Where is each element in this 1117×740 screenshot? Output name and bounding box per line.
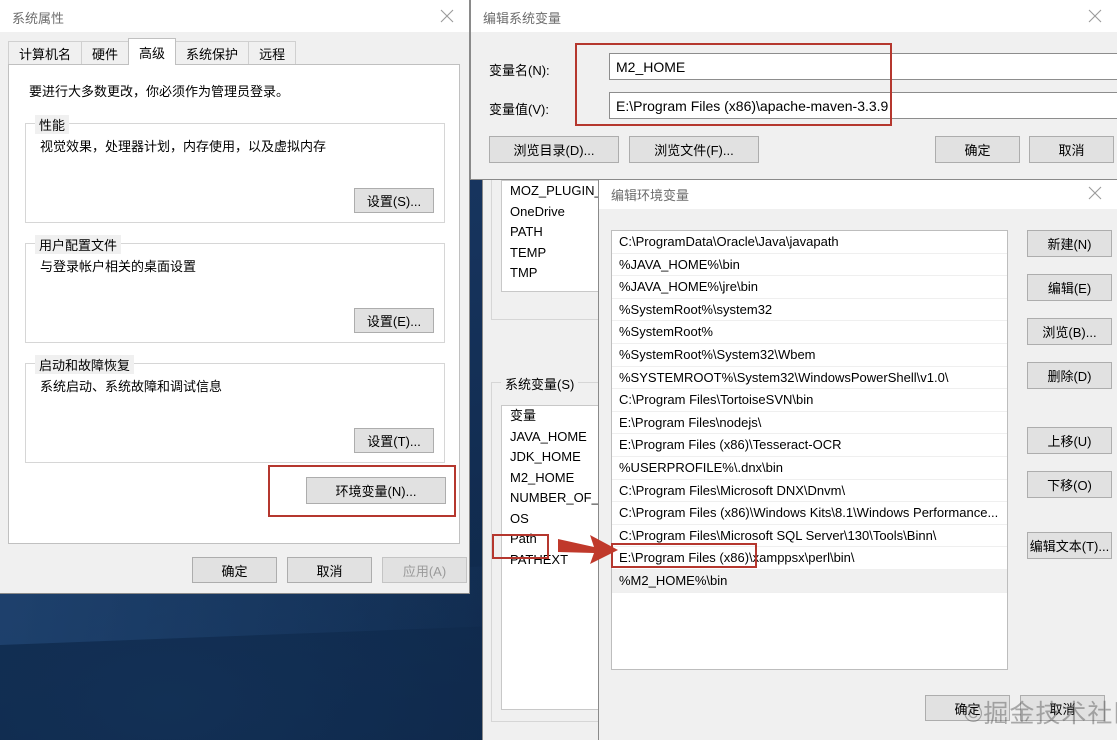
- move-down-button[interactable]: 下移(O): [1027, 471, 1112, 498]
- group-system-variables-legend: 系统变量(S): [501, 374, 579, 393]
- sysprops-cancel-button[interactable]: 取消: [287, 557, 372, 583]
- variable-name-input[interactable]: M2_HOME: [609, 53, 1117, 80]
- close-icon[interactable]: [1073, 0, 1117, 31]
- group-performance-legend: 性能: [35, 115, 70, 134]
- path-entries-list[interactable]: C:\ProgramData\Oracle\Java\javapath %JAV…: [611, 230, 1008, 670]
- edit-button[interactable]: 编辑(E): [1027, 274, 1112, 301]
- close-icon[interactable]: [425, 0, 469, 31]
- list-item[interactable]: %JAVA_HOME%\jre\bin: [612, 276, 1007, 299]
- group-performance: 性能 视觉效果，处理器计划，内存使用，以及虚拟内存 设置(S)...: [25, 115, 445, 223]
- list-item[interactable]: E:\Program Files (x86)\Tesseract-OCR: [612, 434, 1007, 457]
- edit-system-variable-window: 编辑系统变量 变量名(N): M2_HOME 变量值(V): E:\Progra…: [470, 0, 1117, 180]
- tab-hardware[interactable]: 硬件: [81, 41, 130, 65]
- sysprops-ok-button[interactable]: 确定: [192, 557, 277, 583]
- list-item[interactable]: E:\Program Files\nodejs\: [612, 412, 1007, 435]
- group-user-profiles-legend: 用户配置文件: [35, 235, 122, 254]
- close-icon[interactable]: [1073, 177, 1117, 208]
- editsysvar-ok-button[interactable]: 确定: [935, 136, 1020, 163]
- system-properties-tabstrip: 计算机名 硬件 高级 系统保护 远程: [8, 38, 297, 65]
- edit-system-variable-titlebar: 编辑系统变量: [471, 0, 1117, 32]
- variable-value-label: 变量值(V):: [489, 102, 549, 117]
- list-item[interactable]: C:\ProgramData\Oracle\Java\javapath: [612, 231, 1007, 254]
- group-startup-recovery-legend: 启动和故障恢复: [35, 355, 135, 374]
- system-properties-window: 系统属性 计算机名 硬件 高级 系统保护 远程 要进行大多数更改，你必须作为管理…: [0, 0, 470, 594]
- list-item[interactable]: %SystemRoot%\System32\Wbem: [612, 344, 1007, 367]
- system-properties-title: 系统属性: [12, 11, 65, 26]
- list-item[interactable]: %JAVA_HOME%\bin: [612, 254, 1007, 277]
- group-startup-recovery-desc: 系统启动、系统故障和调试信息: [40, 379, 223, 394]
- variable-name-label: 变量名(N):: [489, 63, 550, 78]
- delete-button[interactable]: 删除(D): [1027, 362, 1112, 389]
- editenv-cancel-button[interactable]: 取消: [1020, 695, 1105, 721]
- list-item[interactable]: E:\Program Files (x86)\xamppsx\perl\bin\: [612, 547, 1007, 570]
- user-profiles-settings-button[interactable]: 设置(E)...: [354, 308, 434, 333]
- browse-button[interactable]: 浏览(B)...: [1027, 318, 1112, 345]
- group-user-profiles: 用户配置文件 与登录帐户相关的桌面设置 设置(E)...: [25, 235, 445, 343]
- tab-system-protection[interactable]: 系统保护: [175, 41, 250, 65]
- editsysvar-cancel-button[interactable]: 取消: [1029, 136, 1114, 163]
- list-item[interactable]: %SystemRoot%: [612, 321, 1007, 344]
- edit-text-button[interactable]: 编辑文本(T)...: [1027, 532, 1112, 559]
- system-properties-titlebar: 系统属性: [0, 0, 469, 32]
- list-item[interactable]: C:\Program Files\Microsoft DNX\Dnvm\: [612, 480, 1007, 503]
- new-button[interactable]: 新建(N): [1027, 230, 1112, 257]
- list-item[interactable]: %SystemRoot%\system32: [612, 299, 1007, 322]
- performance-settings-button[interactable]: 设置(S)...: [354, 188, 434, 213]
- advanced-tab-page: 要进行大多数更改，你必须作为管理员登录。 性能 视觉效果，处理器计划，内存使用，…: [8, 64, 460, 544]
- edit-environment-variable-window: 编辑环境变量 C:\ProgramData\Oracle\Java\javapa…: [598, 176, 1117, 740]
- move-up-button[interactable]: 上移(U): [1027, 427, 1112, 454]
- list-item-m2home[interactable]: %M2_HOME%\bin: [612, 569, 1007, 593]
- tab-advanced[interactable]: 高级: [128, 38, 177, 65]
- list-item[interactable]: C:\Program Files (x86)\Windows Kits\8.1\…: [612, 502, 1007, 525]
- list-item[interactable]: C:\Program Files\TortoiseSVN\bin: [612, 389, 1007, 412]
- group-startup-recovery: 启动和故障恢复 系统启动、系统故障和调试信息 设置(T)...: [25, 355, 445, 463]
- tab-computer-name[interactable]: 计算机名: [8, 41, 83, 65]
- list-item[interactable]: C:\Program Files\Microsoft SQL Server\13…: [612, 525, 1007, 548]
- list-item[interactable]: %USERPROFILE%\.dnx\bin: [612, 457, 1007, 480]
- tab-remote[interactable]: 远程: [248, 41, 297, 65]
- group-performance-desc: 视觉效果，处理器计划，内存使用，以及虚拟内存: [40, 139, 327, 154]
- editenv-ok-button[interactable]: 确定: [925, 695, 1010, 721]
- admin-notice-text: 要进行大多数更改，你必须作为管理员登录。: [29, 84, 290, 99]
- edit-environment-variable-titlebar: 编辑环境变量: [599, 177, 1117, 209]
- list-item[interactable]: %SYSTEMROOT%\System32\WindowsPowerShell\…: [612, 367, 1007, 390]
- sysprops-apply-button: 应用(A): [382, 557, 467, 583]
- browse-directory-button[interactable]: 浏览目录(D)...: [489, 136, 619, 163]
- startup-recovery-settings-button[interactable]: 设置(T)...: [354, 428, 434, 453]
- group-user-profiles-desc: 与登录帐户相关的桌面设置: [40, 259, 197, 274]
- browse-file-button[interactable]: 浏览文件(F)...: [629, 136, 759, 163]
- environment-variables-button[interactable]: 环境变量(N)...: [306, 477, 446, 504]
- edit-system-variable-title: 编辑系统变量: [483, 11, 562, 26]
- edit-environment-variable-title: 编辑环境变量: [611, 188, 690, 203]
- variable-value-input[interactable]: E:\Program Files (x86)\apache-maven-3.3.…: [609, 92, 1117, 119]
